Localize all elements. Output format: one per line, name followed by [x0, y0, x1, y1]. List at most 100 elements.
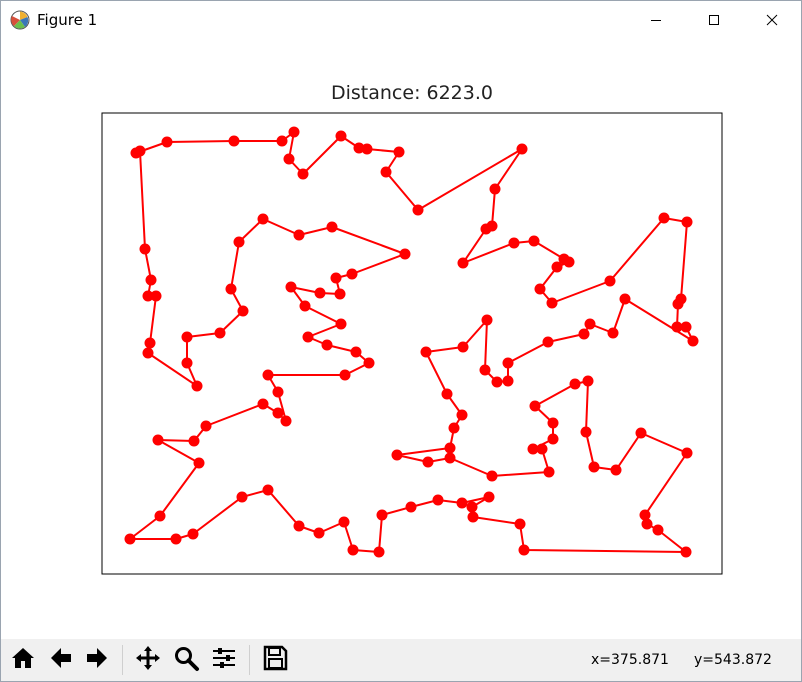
- figure-window: Figure 1 Distance: 6223.0 x=375.871 y=54…: [0, 0, 802, 682]
- city-point: [456, 497, 468, 509]
- city-point: [293, 229, 305, 241]
- maximize-button[interactable]: [685, 1, 743, 39]
- city-point: [283, 153, 295, 165]
- navigation-toolbar: x=375.871 y=543.872: [1, 639, 801, 681]
- city-point: [188, 435, 200, 447]
- city-point: [326, 221, 338, 233]
- city-point: [681, 447, 693, 459]
- city-point: [457, 341, 469, 353]
- city-point: [276, 135, 288, 147]
- city-point: [302, 331, 314, 343]
- city-point: [563, 256, 575, 268]
- city-point: [335, 130, 347, 142]
- city-point: [420, 346, 432, 358]
- title-bar[interactable]: Figure 1: [1, 1, 801, 39]
- save-button[interactable]: [259, 644, 291, 676]
- city-point: [486, 470, 498, 482]
- minimize-icon: [650, 14, 662, 26]
- city-point: [145, 274, 157, 286]
- city-point: [412, 204, 424, 216]
- window-title: Figure 1: [37, 11, 98, 29]
- matplotlib-icon: [10, 10, 30, 30]
- city-point: [607, 327, 619, 339]
- city-point: [479, 364, 491, 376]
- city-point: [527, 443, 539, 455]
- city-point: [534, 283, 546, 295]
- city-point: [441, 388, 453, 400]
- city-point: [139, 243, 151, 255]
- city-point: [502, 375, 514, 387]
- toolbar-separator: [249, 645, 250, 675]
- city-point: [237, 305, 249, 317]
- city-point: [681, 216, 693, 228]
- city-point: [481, 314, 493, 326]
- city-point: [338, 516, 350, 528]
- pan-button[interactable]: [132, 644, 164, 676]
- tour-path-line: [129, 131, 694, 553]
- plot-area[interactable]: [1, 40, 801, 638]
- city-point: [335, 318, 347, 330]
- close-icon: [766, 14, 778, 26]
- city-point: [610, 464, 622, 476]
- city-point: [161, 136, 173, 148]
- city-point: [361, 143, 373, 155]
- configure-subplots-button[interactable]: [208, 644, 240, 676]
- forward-icon: [83, 644, 111, 676]
- figure-canvas[interactable]: Distance: 6223.0: [1, 40, 801, 638]
- city-point: [339, 369, 351, 381]
- city-point: [422, 456, 434, 468]
- close-button[interactable]: [743, 1, 801, 39]
- city-point: [297, 168, 309, 180]
- city-point: [547, 433, 559, 445]
- city-point: [373, 546, 385, 558]
- city-point: [144, 337, 156, 349]
- city-point: [518, 544, 530, 556]
- city-point: [262, 369, 274, 381]
- city-point: [578, 328, 590, 340]
- city-point: [489, 183, 501, 195]
- city-point: [529, 400, 541, 412]
- minimize-button[interactable]: [627, 1, 685, 39]
- city-point: [444, 452, 456, 464]
- city-point: [635, 427, 647, 439]
- city-point: [346, 268, 358, 280]
- city-point: [547, 417, 559, 429]
- city-point: [321, 339, 333, 351]
- city-point: [584, 318, 596, 330]
- city-point: [170, 533, 182, 545]
- city-point: [604, 275, 616, 287]
- city-point: [491, 376, 503, 388]
- zoom-icon: [172, 644, 200, 676]
- city-point: [236, 491, 248, 503]
- zoom-button[interactable]: [170, 644, 202, 676]
- city-point: [191, 380, 203, 392]
- city-point: [680, 321, 692, 333]
- save-icon: [261, 644, 289, 676]
- city-point: [619, 293, 631, 305]
- city-point: [542, 336, 554, 348]
- city-point: [285, 281, 297, 293]
- configure-subplots-icon: [210, 644, 238, 676]
- city-point: [314, 287, 326, 299]
- city-point: [405, 501, 417, 513]
- city-point: [350, 346, 362, 358]
- maximize-icon: [708, 14, 720, 26]
- city-point: [376, 509, 388, 521]
- city-point: [214, 327, 226, 339]
- city-point: [641, 518, 653, 530]
- back-button[interactable]: [45, 644, 77, 676]
- city-point: [483, 491, 495, 503]
- city-point: [680, 546, 692, 558]
- city-point: [225, 283, 237, 295]
- city-point: [181, 331, 193, 343]
- forward-button[interactable]: [81, 644, 113, 676]
- city-point: [528, 235, 540, 247]
- city-point: [467, 511, 479, 523]
- home-button[interactable]: [7, 644, 39, 676]
- city-point: [588, 461, 600, 473]
- city-point: [293, 520, 305, 532]
- city-point: [432, 494, 444, 506]
- city-point: [330, 272, 342, 284]
- back-icon: [47, 644, 75, 676]
- city-point: [514, 518, 526, 530]
